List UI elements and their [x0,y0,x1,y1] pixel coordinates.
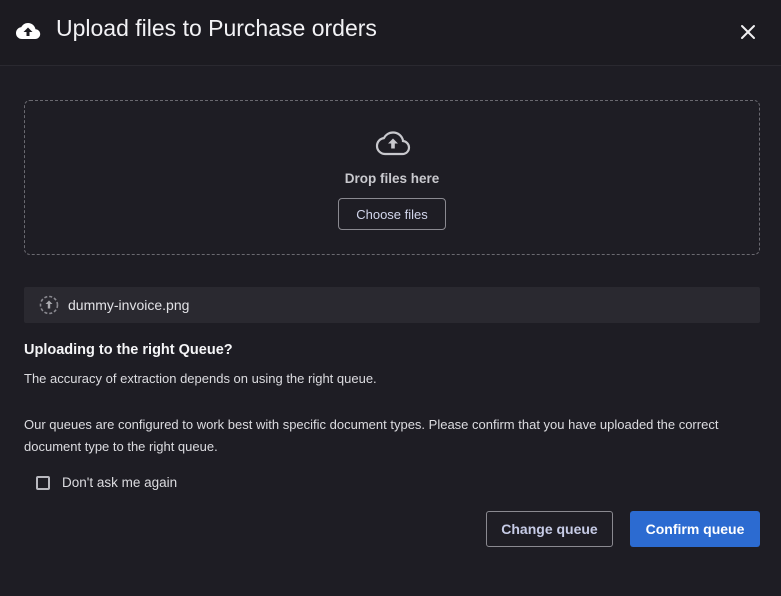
dialog-header: Upload files to Purchase orders [0,0,781,66]
file-list-item: dummy-invoice.png [24,287,760,323]
confirm-queue-heading: Uploading to the right Queue? [24,342,233,358]
dont-ask-again-checkbox[interactable]: Don't ask me again [36,475,177,490]
confirm-queue-text: The accuracy of extraction depends on us… [24,371,377,386]
choose-files-button[interactable]: Choose files [338,198,446,230]
cloud-upload-outline-icon [375,129,411,157]
change-queue-button[interactable]: Change queue [486,511,613,547]
upload-progress-icon [39,295,59,315]
confirm-queue-description: Our queues are configured to work best w… [24,417,719,454]
file-dropzone[interactable]: Drop files here Choose files [24,100,760,255]
checkbox-box[interactable] [36,475,50,490]
file-name: dummy-invoice.png [68,297,190,313]
dialog-title: Upload files to Purchase orders [56,15,377,41]
cloud-upload-icon [15,19,41,43]
dropzone-text: Drop files here [344,171,440,186]
close-icon[interactable] [736,20,760,44]
checkbox-label: Don't ask me again [62,475,178,490]
confirm-queue-button[interactable]: Confirm queue [630,511,760,547]
